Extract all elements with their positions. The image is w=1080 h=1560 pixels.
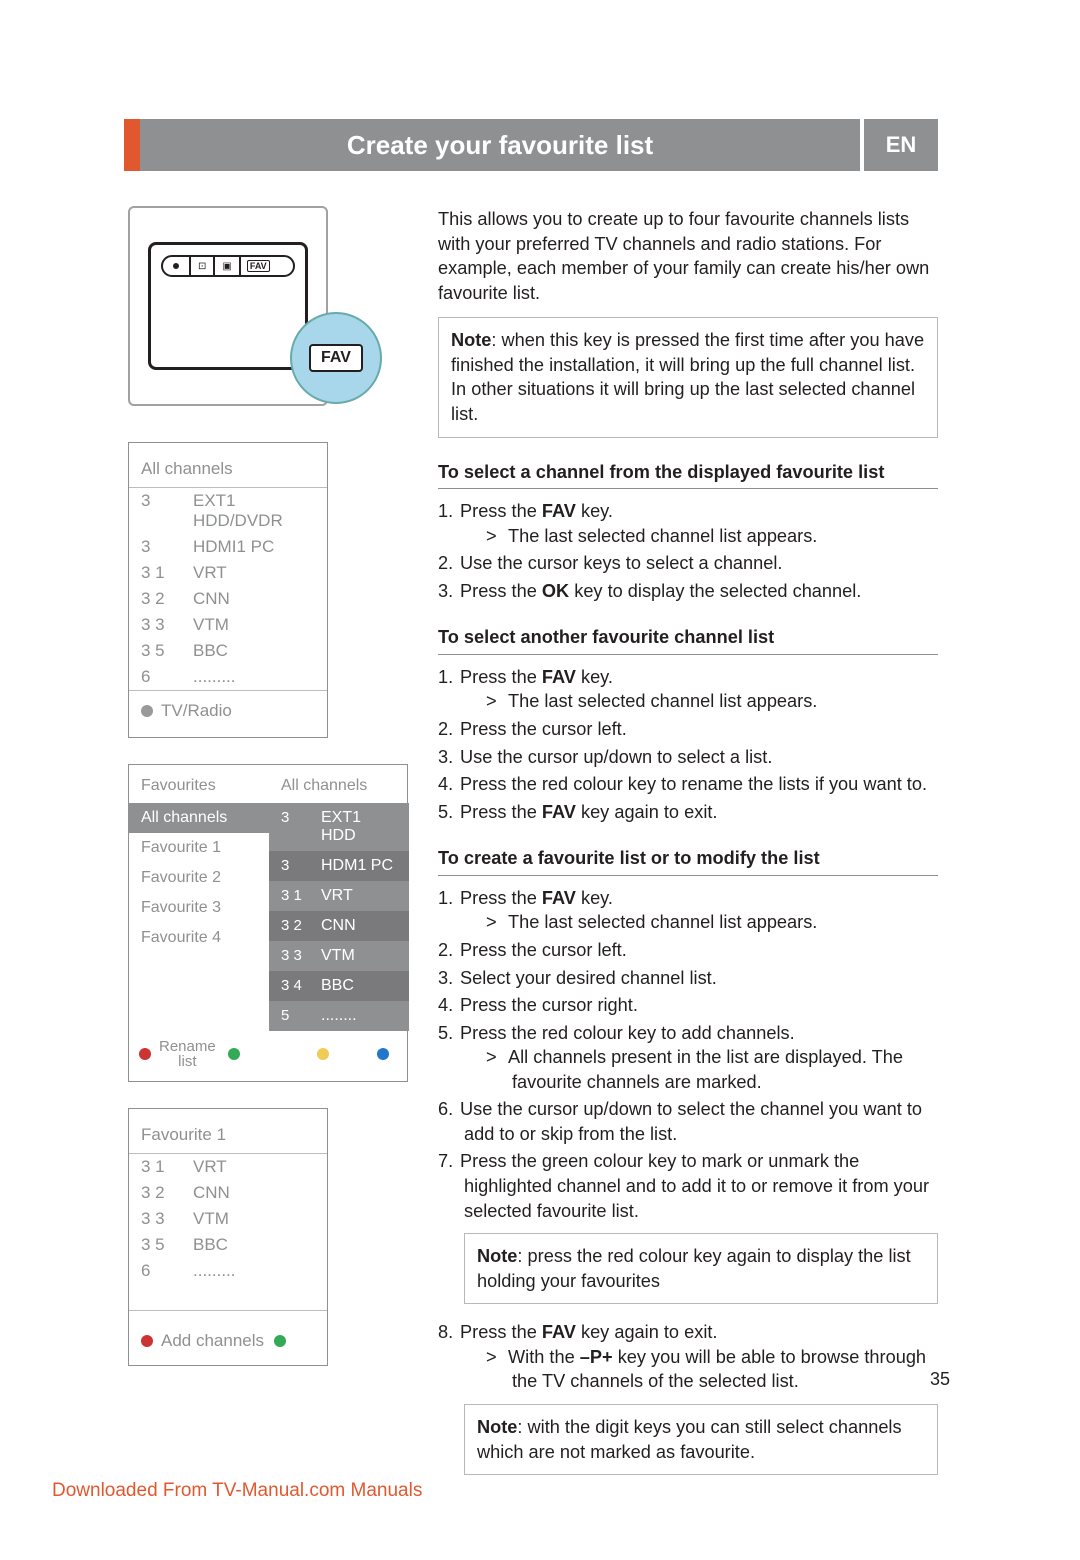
fav-mini-icon: FAV [247, 260, 270, 272]
favourites-panel: Favourites All channels Favourite 1 Favo… [128, 764, 408, 1082]
yellow-dot-icon [317, 1048, 329, 1060]
accent-bar [124, 119, 140, 171]
download-footer: Downloaded From TV-Manual.com Manuals [52, 1480, 422, 1502]
red-dot-icon [141, 1335, 153, 1347]
page-number: 35 [930, 1369, 950, 1390]
section-2-title: To select another favourite channel list [438, 625, 938, 655]
red-dot-icon [139, 1048, 151, 1060]
language-badge: EN [864, 119, 938, 171]
intro-paragraph: This allows you to create up to four fav… [438, 207, 938, 305]
page-title: Create your favourite list [347, 130, 653, 161]
section-3-title: To create a favourite list or to modify … [438, 846, 938, 876]
blue-dot-icon [377, 1048, 389, 1060]
titlebar: Create your favourite list [140, 119, 860, 171]
tv-figure: ⊡ ▣ FAV FAV [128, 206, 328, 406]
tv-topbar: ⊡ ▣ FAV [161, 255, 295, 277]
section-1-title: To select a channel from the displayed f… [438, 460, 938, 490]
dot-icon [141, 705, 153, 717]
note-box-end: Note: with the digit keys you can still … [464, 1404, 938, 1475]
favourite1-panel: Favourite 1 3 1VRT 3 2CNN 3 3VTM 3 5BBC … [128, 1108, 328, 1366]
all-channels-panel: All channels 3EXT1 HDD/DVDR 3HDMI1 PC 3 … [128, 442, 328, 738]
language-code: EN [886, 132, 917, 158]
panel1-title: All channels [129, 443, 327, 487]
green-dot-icon [228, 1048, 240, 1060]
body-text: This allows you to create up to four fav… [438, 207, 938, 1491]
note-box-mid: Note: press the red colour key again to … [464, 1233, 938, 1304]
fav-callout: FAV [290, 312, 382, 404]
green-dot-icon [274, 1335, 286, 1347]
panel1-foot: TV/Radio [161, 701, 232, 721]
fav-button-icon: FAV [309, 344, 363, 372]
fav-all-channels: All channels [129, 803, 269, 833]
note-box-1: Note: when this key is pressed the first… [438, 317, 938, 437]
tv-outline: ⊡ ▣ FAV [148, 242, 308, 370]
